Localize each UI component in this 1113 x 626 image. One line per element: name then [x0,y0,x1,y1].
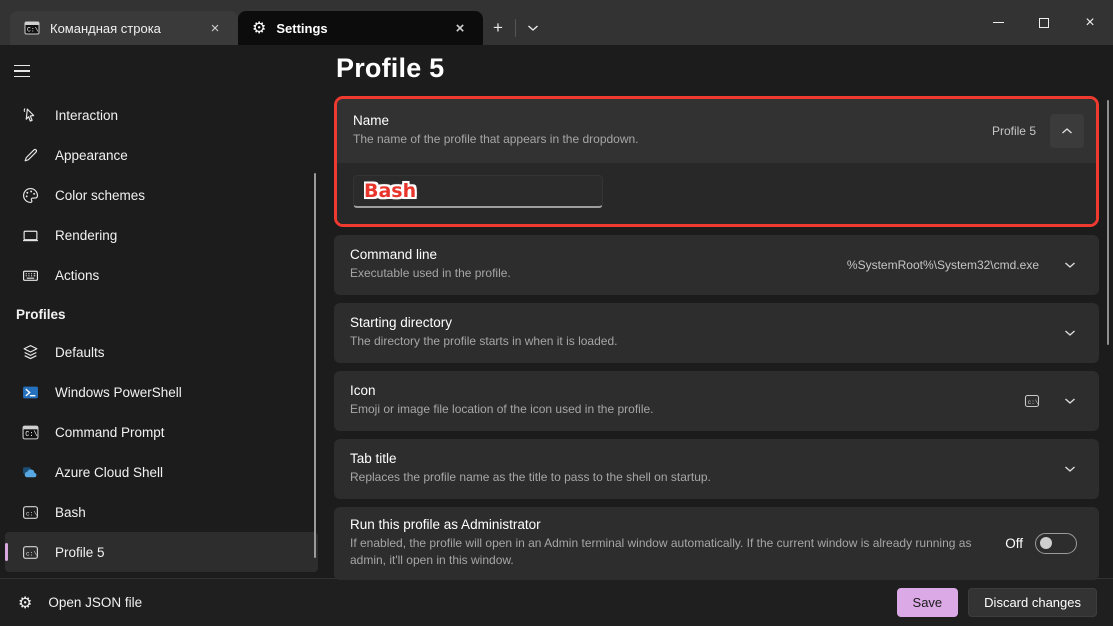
chevron-down-icon[interactable] [1053,452,1087,486]
svg-text:c:\: c:\ [1028,399,1039,406]
discard-changes-button[interactable]: Discard changes [968,588,1097,617]
monitor-icon [21,226,39,244]
sidebar-item-label: Actions [55,268,99,283]
sidebar-item-defaults[interactable]: Defaults [5,332,318,372]
setting-description: Emoji or image file location of the icon… [350,401,1011,418]
setting-description: Replaces the profile name as the title t… [350,469,1041,486]
window-controls: × [975,0,1113,45]
sidebar-item-actions[interactable]: Actions [5,255,318,295]
setting-current-value: %SystemRoot%\System32\cmd.exe [847,258,1039,272]
powershell-icon [21,383,39,401]
tab-close-icon[interactable]: × [204,17,226,39]
tab-title-setting[interactable]: Tab title Replaces the profile name as t… [334,439,1099,499]
starting-directory-setting[interactable]: Starting directory The directory the pro… [334,303,1099,363]
command-line-setting[interactable]: Command line Executable used in the prof… [334,235,1099,295]
save-button[interactable]: Save [897,588,959,617]
admin-toggle-switch[interactable] [1035,533,1077,554]
pen-icon [21,146,39,164]
chevron-up-icon[interactable] [1050,114,1084,148]
tab-bar-divider [515,19,516,37]
new-tab-button[interactable]: + [483,14,513,42]
hamburger-menu-button[interactable] [8,55,44,87]
setting-description: The name of the profile that appears in … [353,131,980,148]
setting-description: The directory the profile starts in when… [350,333,1041,350]
page-title: Profile 5 [336,53,1099,84]
sidebar-item-label: Interaction [55,108,118,123]
icon-setting[interactable]: Icon Emoji or image file location of the… [334,371,1099,431]
setting-title: Name [353,113,980,128]
console-icon: c:\ [21,503,39,521]
sidebar-item-label: Windows PowerShell [55,385,182,400]
setting-description: Executable used in the profile. [350,265,835,282]
svg-text:C:\: C:\ [25,431,37,439]
titlebar: C:\ Командная строка × ⚙ Settings × + × [0,0,1113,45]
tab-label: Settings [276,21,439,36]
setting-title: Tab title [350,451,1041,466]
main-scrollbar[interactable] [1107,100,1109,345]
chevron-down-icon[interactable] [1053,248,1087,282]
profile-name-input[interactable] [353,175,603,208]
svg-text:C:\: C:\ [27,27,39,34]
setting-current-value: Profile 5 [992,124,1036,138]
open-json-file-button[interactable]: ⚙ Open JSON file [16,589,152,617]
profiles-section-header: Profiles [0,295,330,332]
close-button[interactable]: × [1067,0,1113,45]
keyboard-icon [21,266,39,284]
sidebar-item-label: Defaults [55,345,105,360]
chevron-down-icon[interactable] [1053,384,1087,418]
svg-text:c:\: c:\ [25,550,37,557]
name-setting-expanded-content [337,163,1096,224]
sidebar-item-label: Azure Cloud Shell [55,465,163,480]
setting-description: If enabled, the profile will open in an … [350,535,980,570]
setting-title: Starting directory [350,315,1041,330]
sidebar-item-azure-cloud-shell[interactable]: Azure Cloud Shell [5,452,318,492]
sidebar-item-bash[interactable]: c:\ Bash [5,492,318,532]
layers-icon [21,343,39,361]
palette-icon [21,186,39,204]
minimize-button[interactable] [975,0,1021,45]
open-json-file-label: Open JSON file [48,595,142,610]
interaction-icon [21,106,39,124]
command-prompt-icon: C:\ [21,423,39,441]
windows-terminal-settings-window: C:\ Командная строка × ⚙ Settings × + × [0,0,1113,626]
tab-settings[interactable]: ⚙ Settings × [238,11,483,45]
name-setting-annotation-box: Name The name of the profile that appear… [334,96,1099,227]
maximize-button[interactable] [1021,0,1067,45]
settings-main-pane: Profile 5 Name The name of the profile t… [330,45,1113,578]
current-profile-icon: c:\ [1023,392,1041,410]
sidebar-item-label: Command Prompt [55,425,165,440]
chevron-down-icon[interactable] [1053,316,1087,350]
run-as-administrator-setting: Run this profile as Administrator If ena… [334,507,1099,580]
tab-label: Командная строка [50,21,194,36]
setting-title: Icon [350,383,1011,398]
settings-sidebar: Interaction Appearance Color schemes Ren… [0,45,330,578]
sidebar-item-windows-powershell[interactable]: Windows PowerShell [5,372,318,412]
toggle-state-label: Off [1005,536,1023,551]
cloud-icon [21,463,39,481]
sidebar-item-interaction[interactable]: Interaction [5,95,318,135]
sidebar-item-label: Rendering [55,228,117,243]
settings-footer: ⚙ Open JSON file Save Discard changes [0,578,1113,626]
sidebar-item-label: Appearance [55,148,128,163]
sidebar-item-color-schemes[interactable]: Color schemes [5,175,318,215]
sidebar-item-appearance[interactable]: Appearance [5,135,318,175]
sidebar-scrollbar[interactable] [314,173,316,558]
sidebar-item-profile-5[interactable]: c:\ Profile 5 [5,532,318,572]
sidebar-item-command-prompt[interactable]: C:\ Command Prompt [5,412,318,452]
gear-icon: ⚙ [18,595,32,611]
setting-title: Run this profile as Administrator [350,517,993,532]
command-prompt-icon: C:\ [24,20,40,36]
sidebar-item-rendering[interactable]: Rendering [5,215,318,255]
svg-text:c:\: c:\ [25,510,37,517]
sidebar-item-label: Bash [55,505,86,520]
setting-title: Command line [350,247,835,262]
console-icon: c:\ [21,543,39,561]
tab-command-prompt[interactable]: C:\ Командная строка × [10,11,238,45]
sidebar-item-label: Color schemes [55,188,145,203]
name-setting-expander[interactable]: Name The name of the profile that appear… [337,99,1096,163]
gear-icon: ⚙ [252,20,266,36]
sidebar-item-label: Profile 5 [55,545,105,560]
tab-close-icon[interactable]: × [449,17,471,39]
tab-dropdown-button[interactable] [518,14,548,42]
